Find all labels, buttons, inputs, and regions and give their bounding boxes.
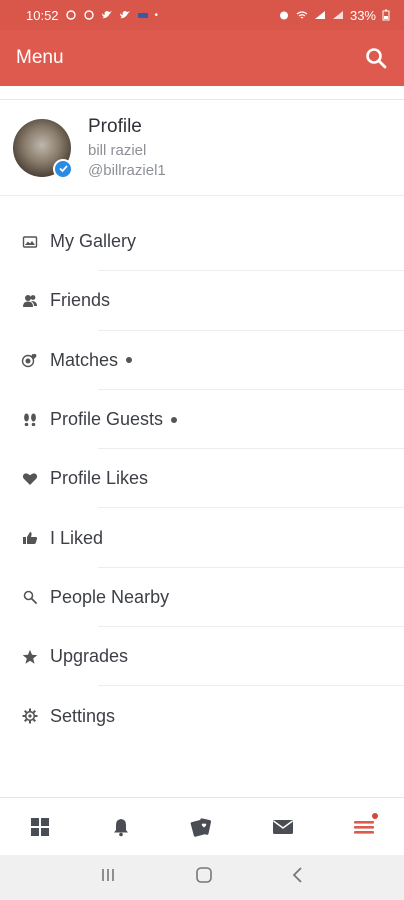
page-title: Menu [16, 47, 64, 68]
menu-item-people-nearby[interactable]: People Nearby [0, 568, 404, 628]
wifi-icon [296, 11, 308, 19]
gear-icon [20, 706, 40, 726]
menu-item-label: Matches [50, 349, 119, 370]
menu-item-my-gallery[interactable]: My Gallery [0, 212, 404, 272]
menu-item-label: Profile Likes [50, 468, 149, 489]
battery-icon [382, 9, 390, 21]
bell-icon [114, 818, 129, 836]
app-bar: Menu [0, 30, 404, 86]
footprints-icon [20, 410, 40, 430]
star-icon [20, 647, 40, 667]
status-bar: 10:52 • 33% [0, 0, 404, 30]
menu-item-label: Settings [50, 705, 116, 726]
menu-item-profile-guests[interactable]: Profile Guests [0, 390, 404, 450]
home-icon [196, 867, 212, 883]
recent-apps-button[interactable] [99, 867, 117, 888]
more-notifications-dot: • [154, 9, 159, 21]
header-spacer [0, 86, 404, 100]
back-icon [292, 867, 302, 883]
notification-icon [65, 10, 76, 20]
search-button[interactable] [362, 44, 390, 72]
grid-icon [31, 817, 50, 836]
menu-item-label: Friends [50, 290, 111, 311]
signal-icon [314, 11, 325, 19]
new-indicator-dot [126, 357, 133, 364]
status-time: 10:52 [26, 7, 59, 23]
menu-icon [353, 820, 374, 834]
thumbs-up-icon [20, 528, 40, 548]
menu-item-matches[interactable]: Matches [0, 331, 404, 390]
menu-item-settings[interactable]: Settings [0, 686, 404, 745]
menu-item-label: My Gallery [50, 231, 137, 252]
friends-icon [20, 291, 40, 311]
back-button[interactable] [291, 866, 305, 889]
recent-apps-icon [102, 869, 114, 881]
search-icon [366, 48, 387, 69]
nav-menu[interactable] [344, 807, 384, 847]
twitter-icon [101, 11, 112, 19]
menu-item-i-liked[interactable]: I Liked [0, 508, 404, 568]
new-indicator-dot [171, 416, 178, 423]
search-icon [20, 587, 40, 607]
gallery-icon [20, 232, 40, 252]
heart-icon [20, 469, 40, 489]
battery-percent: 33% [349, 7, 376, 23]
cards-icon [190, 817, 212, 837]
profile-card[interactable]: Profile bill raziel @billraziel1 [0, 100, 404, 196]
menu-item-label: I Liked [50, 527, 104, 548]
menu-item-label: Profile Guests [50, 409, 164, 430]
verified-badge [53, 158, 73, 179]
system-navigation-bar [0, 855, 404, 900]
twitter-icon [119, 11, 130, 19]
nav-messages[interactable] [263, 807, 303, 847]
menu-item-label: Upgrades [50, 646, 129, 667]
bottom-navigation [0, 797, 404, 855]
mail-icon [272, 819, 293, 834]
profile-name: bill raziel [88, 142, 147, 159]
home-button[interactable] [195, 866, 213, 889]
menu-item-label: People Nearby [50, 586, 170, 607]
nav-notifications[interactable] [101, 807, 141, 847]
check-icon [58, 165, 68, 173]
profile-title: Profile [88, 116, 142, 137]
matches-icon [20, 350, 40, 370]
signal-icon [332, 11, 343, 19]
flag-icon [137, 13, 148, 18]
menu-notification-dot [371, 812, 378, 819]
menu-item-profile-likes[interactable]: Profile Likes [0, 449, 404, 509]
nav-home[interactable] [20, 807, 60, 847]
menu-list: My Gallery Friends Matches Profile Guest… [0, 212, 404, 746]
menu-item-upgrades[interactable]: Upgrades [0, 627, 404, 687]
alarm-icon [279, 11, 288, 20]
profile-handle: @billraziel1 [88, 162, 166, 179]
nav-encounters[interactable] [182, 807, 222, 847]
avatar[interactable] [13, 118, 73, 179]
menu-item-friends[interactable]: Friends [0, 271, 404, 331]
notification-icon [83, 10, 94, 20]
